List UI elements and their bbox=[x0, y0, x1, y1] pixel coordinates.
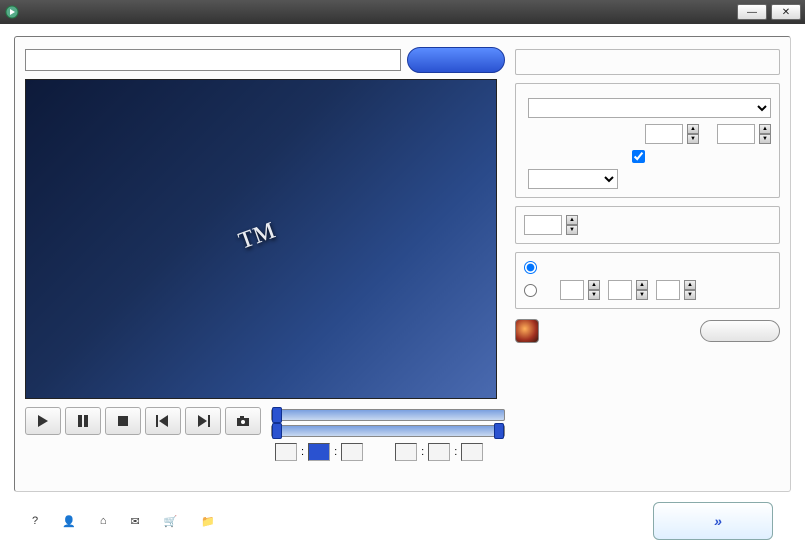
mail-icon: ✉ bbox=[130, 515, 139, 528]
load-video-button[interactable] bbox=[407, 47, 505, 73]
end-ss[interactable] bbox=[461, 443, 483, 461]
snapshot-button[interactable] bbox=[225, 407, 261, 435]
video-info-group bbox=[515, 49, 780, 75]
prev-button[interactable] bbox=[145, 407, 181, 435]
email-link[interactable]: ✉ bbox=[130, 515, 143, 528]
start-mm[interactable] bbox=[308, 443, 330, 461]
next-button[interactable] bbox=[185, 407, 221, 435]
open-link[interactable]: 📁 bbox=[201, 515, 215, 528]
filepath-input[interactable] bbox=[25, 49, 401, 71]
range-slider[interactable] bbox=[271, 425, 505, 437]
width-spinner[interactable]: ▲▼ bbox=[687, 124, 699, 144]
row-input[interactable] bbox=[560, 280, 584, 300]
output-rate-group: ▲▼ bbox=[515, 206, 780, 244]
play-button[interactable] bbox=[25, 407, 61, 435]
resize-group: ▲▼ ▲▼ bbox=[515, 83, 780, 198]
main-panel: ™ : : bbox=[14, 36, 791, 492]
video-preview: ™ bbox=[25, 79, 497, 399]
row-spinner[interactable]: ▲▼ bbox=[588, 280, 600, 300]
titlebar: — ✕ bbox=[0, 0, 805, 24]
start-ss[interactable] bbox=[341, 443, 363, 461]
about-link[interactable]: 👤 bbox=[62, 515, 80, 528]
effects-button[interactable] bbox=[700, 320, 780, 342]
constrain-checkbox[interactable] bbox=[632, 150, 645, 163]
col-spinner[interactable]: ▲▼ bbox=[636, 280, 648, 300]
stop-button[interactable] bbox=[105, 407, 141, 435]
end-mm[interactable] bbox=[428, 443, 450, 461]
folder-icon: 📁 bbox=[201, 515, 215, 528]
help-link[interactable]: ? bbox=[32, 515, 42, 527]
close-button[interactable]: ✕ bbox=[771, 4, 801, 20]
person-icon: 👤 bbox=[62, 515, 76, 528]
rate-input[interactable] bbox=[524, 215, 562, 235]
space-spinner[interactable]: ▲▼ bbox=[684, 280, 696, 300]
rate-spinner[interactable]: ▲▼ bbox=[566, 215, 578, 235]
col-input[interactable] bbox=[608, 280, 632, 300]
chevrons-right-icon: » bbox=[714, 513, 718, 529]
buy-link[interactable]: 🛒 bbox=[164, 515, 182, 528]
next-step-button[interactable]: » bbox=[653, 502, 773, 540]
home-link[interactable]: ⌂ bbox=[100, 515, 111, 527]
width-input[interactable] bbox=[645, 124, 683, 144]
progress-slider[interactable] bbox=[271, 409, 505, 421]
pause-button[interactable] bbox=[65, 407, 101, 435]
height-spinner[interactable]: ▲▼ bbox=[759, 124, 771, 144]
end-hh[interactable] bbox=[395, 443, 417, 461]
general-radio[interactable] bbox=[524, 261, 537, 274]
output-option-group: ▲▼ ▲▼ ▲▼ bbox=[515, 252, 780, 309]
app-icon bbox=[4, 4, 20, 20]
home-icon: ⌂ bbox=[100, 515, 107, 527]
minimize-button[interactable]: — bbox=[737, 4, 767, 20]
output-size-select[interactable] bbox=[528, 98, 771, 118]
tvwall-radio[interactable] bbox=[524, 284, 537, 297]
help-icon: ? bbox=[32, 515, 38, 527]
space-input[interactable] bbox=[656, 280, 680, 300]
interp-select[interactable] bbox=[528, 169, 618, 189]
effect-swatch-icon bbox=[515, 319, 539, 343]
cart-icon: 🛒 bbox=[164, 515, 178, 528]
height-input[interactable] bbox=[717, 124, 755, 144]
bottom-bar: ? 👤 ⌂ ✉ 🛒 📁 » bbox=[14, 492, 791, 540]
start-hh[interactable] bbox=[275, 443, 297, 461]
